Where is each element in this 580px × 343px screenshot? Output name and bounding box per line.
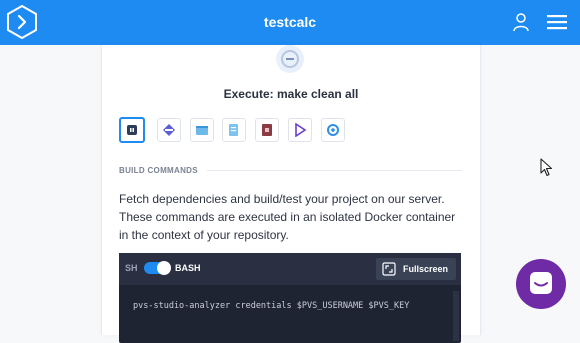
tool-build[interactable]	[119, 117, 145, 143]
package-icon	[262, 124, 272, 136]
hamburger-menu-icon[interactable]	[545, 12, 569, 32]
tool-layers[interactable]	[157, 118, 181, 142]
gear-status-icon	[276, 45, 304, 73]
tool-container[interactable]	[190, 118, 214, 142]
top-bar: testcalc	[0, 0, 580, 45]
fullscreen-label: Fullscreen	[403, 264, 449, 274]
layers-icon	[163, 124, 175, 136]
shell-toggle[interactable]	[144, 261, 171, 275]
refresh-icon	[327, 124, 339, 136]
tool-refresh[interactable]	[321, 118, 345, 142]
user-icon[interactable]	[511, 12, 531, 32]
toggle-knob	[157, 261, 171, 275]
fullscreen-button[interactable]: Fullscreen	[376, 258, 456, 280]
tool-files[interactable]	[222, 118, 246, 142]
build-icon	[127, 125, 137, 135]
section-label: BUILD COMMANDS	[119, 166, 198, 175]
code-editor[interactable]: SH BASH Fullscreen pvs-studio-analyzer c…	[119, 253, 461, 343]
play-icon	[295, 123, 307, 137]
bash-label: BASH	[175, 263, 201, 273]
sh-label: SH	[125, 263, 138, 273]
section-divider	[207, 170, 462, 171]
page-title: testcalc	[263, 14, 317, 30]
editor-scrollbar[interactable]	[453, 291, 459, 341]
tool-package[interactable]	[255, 118, 279, 142]
chat-launcher-button[interactable]	[516, 259, 566, 309]
container-icon	[196, 126, 208, 135]
build-step-card: Execute: make clean all BUILD COMMANDS F…	[101, 45, 481, 343]
files-icon	[229, 124, 238, 136]
fullscreen-icon	[382, 262, 396, 276]
build-commands-description: Fetch dependencies and build/test your p…	[119, 192, 456, 242]
editor-toolbar: SH BASH Fullscreen	[119, 253, 461, 285]
mouse-cursor-icon	[540, 158, 553, 177]
execute-title: Execute: make clean all	[223, 87, 359, 101]
tool-play[interactable]	[288, 118, 312, 142]
code-line[interactable]: pvs-studio-analyzer credentials $PVS_USE…	[133, 301, 409, 311]
chat-icon	[530, 272, 552, 294]
logo-icon[interactable]	[5, 5, 39, 39]
